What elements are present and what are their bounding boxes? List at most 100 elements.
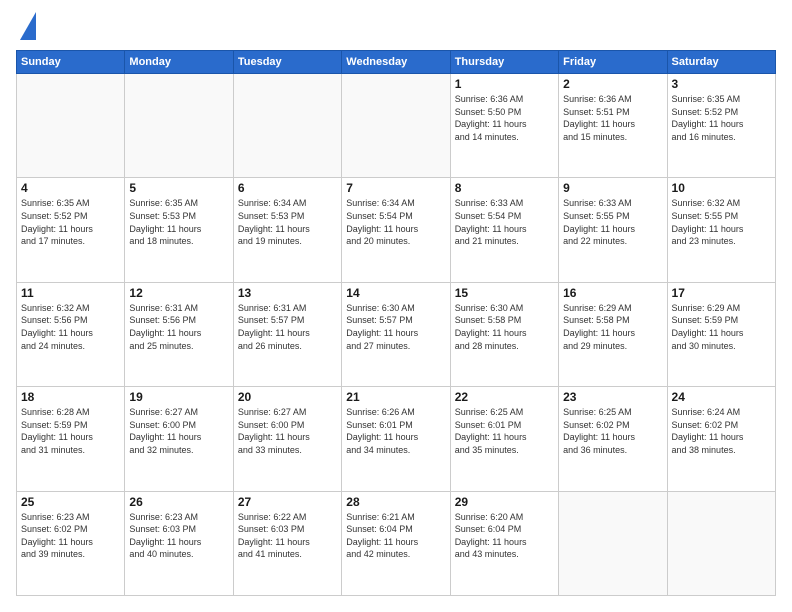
day-number: 8 — [455, 181, 554, 195]
calendar-week-row: 11 Sunrise: 6:32 AM Sunset: 5:56 PM Dayli… — [17, 282, 776, 386]
weekday-header-wednesday: Wednesday — [342, 51, 450, 74]
day-number: 22 — [455, 390, 554, 404]
day-info: Sunrise: 6:32 AM Sunset: 5:56 PM Dayligh… — [21, 302, 120, 352]
calendar-day-cell: 19 Sunrise: 6:27 AM Sunset: 6:00 PM Dayli… — [125, 387, 233, 491]
weekday-header-friday: Friday — [559, 51, 667, 74]
day-number: 14 — [346, 286, 445, 300]
day-number: 19 — [129, 390, 228, 404]
day-info: Sunrise: 6:31 AM Sunset: 5:57 PM Dayligh… — [238, 302, 337, 352]
calendar-day-cell: 13 Sunrise: 6:31 AM Sunset: 5:57 PM Dayli… — [233, 282, 341, 386]
calendar-day-cell: 6 Sunrise: 6:34 AM Sunset: 5:53 PM Daylig… — [233, 178, 341, 282]
calendar-day-cell — [667, 491, 775, 595]
day-info: Sunrise: 6:35 AM Sunset: 5:53 PM Dayligh… — [129, 197, 228, 247]
calendar-day-cell — [125, 74, 233, 178]
calendar-day-cell: 12 Sunrise: 6:31 AM Sunset: 5:56 PM Dayli… — [125, 282, 233, 386]
day-info: Sunrise: 6:30 AM Sunset: 5:57 PM Dayligh… — [346, 302, 445, 352]
calendar-day-cell: 21 Sunrise: 6:26 AM Sunset: 6:01 PM Dayli… — [342, 387, 450, 491]
calendar-table: SundayMondayTuesdayWednesdayThursdayFrid… — [16, 50, 776, 596]
day-info: Sunrise: 6:22 AM Sunset: 6:03 PM Dayligh… — [238, 511, 337, 561]
calendar-day-cell: 20 Sunrise: 6:27 AM Sunset: 6:00 PM Dayli… — [233, 387, 341, 491]
day-number: 26 — [129, 495, 228, 509]
calendar-day-cell: 26Sunrise: 6:23 AM Sunset: 6:03 PM Dayli… — [125, 491, 233, 595]
day-number: 10 — [672, 181, 771, 195]
day-number: 7 — [346, 181, 445, 195]
calendar-day-cell: 24 Sunrise: 6:24 AM Sunset: 6:02 PM Dayli… — [667, 387, 775, 491]
day-number: 13 — [238, 286, 337, 300]
calendar-day-cell: 14 Sunrise: 6:30 AM Sunset: 5:57 PM Dayli… — [342, 282, 450, 386]
day-number: 4 — [21, 181, 120, 195]
calendar-day-cell: 4Sunrise: 6:35 AM Sunset: 5:52 PM Daylig… — [17, 178, 125, 282]
calendar-day-cell — [342, 74, 450, 178]
logo — [16, 16, 36, 40]
day-info: Sunrise: 6:35 AM Sunset: 5:52 PM Dayligh… — [672, 93, 771, 143]
calendar-day-cell — [17, 74, 125, 178]
day-info: Sunrise: 6:31 AM Sunset: 5:56 PM Dayligh… — [129, 302, 228, 352]
weekday-header-sunday: Sunday — [17, 51, 125, 74]
weekday-header-tuesday: Tuesday — [233, 51, 341, 74]
day-info: Sunrise: 6:27 AM Sunset: 6:00 PM Dayligh… — [129, 406, 228, 456]
calendar-day-cell: 10 Sunrise: 6:32 AM Sunset: 5:55 PM Dayli… — [667, 178, 775, 282]
logo-triangle-icon — [20, 12, 36, 40]
calendar-day-cell: 1 Sunrise: 6:36 AM Sunset: 5:50 PM Daylig… — [450, 74, 558, 178]
day-number: 3 — [672, 77, 771, 91]
day-info: Sunrise: 6:26 AM Sunset: 6:01 PM Dayligh… — [346, 406, 445, 456]
day-info: Sunrise: 6:30 AM Sunset: 5:58 PM Dayligh… — [455, 302, 554, 352]
day-number: 2 — [563, 77, 662, 91]
calendar-day-cell: 27 Sunrise: 6:22 AM Sunset: 6:03 PM Dayli… — [233, 491, 341, 595]
day-info: Sunrise: 6:32 AM Sunset: 5:55 PM Dayligh… — [672, 197, 771, 247]
calendar-day-cell: 29 Sunrise: 6:20 AM Sunset: 6:04 PM Dayli… — [450, 491, 558, 595]
day-number: 18 — [21, 390, 120, 404]
calendar-day-cell: 22 Sunrise: 6:25 AM Sunset: 6:01 PM Dayli… — [450, 387, 558, 491]
calendar-day-cell: 7Sunrise: 6:34 AM Sunset: 5:54 PM Daylig… — [342, 178, 450, 282]
weekday-header-monday: Monday — [125, 51, 233, 74]
day-number: 6 — [238, 181, 337, 195]
day-info: Sunrise: 6:36 AM Sunset: 5:51 PM Dayligh… — [563, 93, 662, 143]
calendar-day-cell: 18 Sunrise: 6:28 AM Sunset: 5:59 PM Dayli… — [17, 387, 125, 491]
calendar-week-row: 4Sunrise: 6:35 AM Sunset: 5:52 PM Daylig… — [17, 178, 776, 282]
calendar-day-cell — [559, 491, 667, 595]
day-number: 15 — [455, 286, 554, 300]
calendar-day-cell — [233, 74, 341, 178]
calendar-day-cell: 23 Sunrise: 6:25 AM Sunset: 6:02 PM Dayli… — [559, 387, 667, 491]
calendar-day-cell: 25Sunrise: 6:23 AM Sunset: 6:02 PM Dayli… — [17, 491, 125, 595]
day-number: 12 — [129, 286, 228, 300]
weekday-header-thursday: Thursday — [450, 51, 558, 74]
day-info: Sunrise: 6:29 AM Sunset: 5:59 PM Dayligh… — [672, 302, 771, 352]
calendar-day-cell: 15 Sunrise: 6:30 AM Sunset: 5:58 PM Dayli… — [450, 282, 558, 386]
day-number: 20 — [238, 390, 337, 404]
page: SundayMondayTuesdayWednesdayThursdayFrid… — [0, 0, 792, 612]
day-info: Sunrise: 6:25 AM Sunset: 6:02 PM Dayligh… — [563, 406, 662, 456]
day-number: 23 — [563, 390, 662, 404]
day-number: 5 — [129, 181, 228, 195]
calendar-day-cell: 3 Sunrise: 6:35 AM Sunset: 5:52 PM Daylig… — [667, 74, 775, 178]
calendar-day-cell: 9 Sunrise: 6:33 AM Sunset: 5:55 PM Daylig… — [559, 178, 667, 282]
day-info: Sunrise: 6:33 AM Sunset: 5:54 PM Dayligh… — [455, 197, 554, 247]
day-number: 29 — [455, 495, 554, 509]
calendar-week-row: 18 Sunrise: 6:28 AM Sunset: 5:59 PM Dayli… — [17, 387, 776, 491]
day-info: Sunrise: 6:28 AM Sunset: 5:59 PM Dayligh… — [21, 406, 120, 456]
day-info: Sunrise: 6:24 AM Sunset: 6:02 PM Dayligh… — [672, 406, 771, 456]
calendar-day-cell: 11 Sunrise: 6:32 AM Sunset: 5:56 PM Dayli… — [17, 282, 125, 386]
calendar-day-cell: 17 Sunrise: 6:29 AM Sunset: 5:59 PM Dayli… — [667, 282, 775, 386]
day-info: Sunrise: 6:36 AM Sunset: 5:50 PM Dayligh… — [455, 93, 554, 143]
day-info: Sunrise: 6:34 AM Sunset: 5:53 PM Dayligh… — [238, 197, 337, 247]
day-number: 9 — [563, 181, 662, 195]
calendar-day-cell: 5 Sunrise: 6:35 AM Sunset: 5:53 PM Daylig… — [125, 178, 233, 282]
day-number: 1 — [455, 77, 554, 91]
day-number: 11 — [21, 286, 120, 300]
day-number: 24 — [672, 390, 771, 404]
day-info: Sunrise: 6:33 AM Sunset: 5:55 PM Dayligh… — [563, 197, 662, 247]
day-number: 17 — [672, 286, 771, 300]
header — [16, 16, 776, 40]
day-number: 27 — [238, 495, 337, 509]
calendar-day-cell: 28Sunrise: 6:21 AM Sunset: 6:04 PM Dayli… — [342, 491, 450, 595]
day-number: 21 — [346, 390, 445, 404]
day-info: Sunrise: 6:20 AM Sunset: 6:04 PM Dayligh… — [455, 511, 554, 561]
calendar-day-cell: 2 Sunrise: 6:36 AM Sunset: 5:51 PM Daylig… — [559, 74, 667, 178]
day-info: Sunrise: 6:25 AM Sunset: 6:01 PM Dayligh… — [455, 406, 554, 456]
day-info: Sunrise: 6:29 AM Sunset: 5:58 PM Dayligh… — [563, 302, 662, 352]
weekday-header-saturday: Saturday — [667, 51, 775, 74]
day-number: 25 — [21, 495, 120, 509]
day-number: 28 — [346, 495, 445, 509]
day-info: Sunrise: 6:27 AM Sunset: 6:00 PM Dayligh… — [238, 406, 337, 456]
